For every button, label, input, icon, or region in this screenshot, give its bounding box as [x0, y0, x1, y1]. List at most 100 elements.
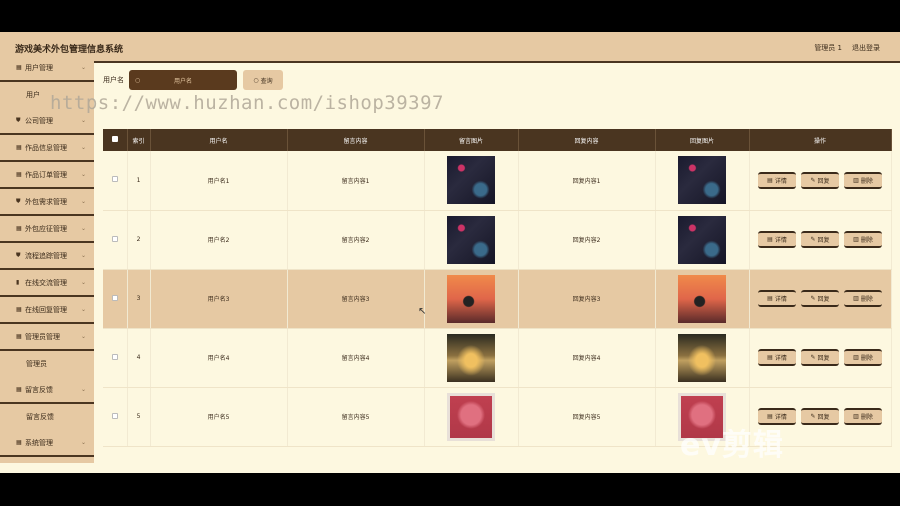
username-cell: 用户名5	[150, 387, 288, 447]
ev-logo-overlay: ev剪辑	[680, 428, 784, 463]
sidebar-menu-item[interactable]: ▦ 留言反馈 ⌄	[0, 377, 94, 404]
row-select-cell[interactable]	[103, 328, 128, 388]
sidebar-item-label: 在线回复管理	[25, 305, 67, 314]
sidebar-menu-item[interactable]: ▦ 用户管理 ⌄	[0, 55, 94, 82]
trash-icon: ▥	[853, 413, 859, 420]
chevron-down-icon: ⌄	[80, 279, 86, 286]
sidebar-menu-item[interactable]: ▦ 外包应征管理 ⌄	[0, 216, 94, 243]
select-all-checkbox[interactable]	[111, 136, 118, 142]
index-cell: 3	[127, 269, 151, 329]
delete-label: 删除	[860, 414, 873, 421]
sidebar-menu-item[interactable]: ▦ 在线回复管理 ⌄	[0, 297, 94, 324]
reply-image[interactable]	[678, 215, 726, 264]
row-select-cell[interactable]	[103, 151, 128, 211]
row-select-cell[interactable]	[103, 269, 128, 329]
sidebar-menu-item[interactable]: ▮ 在线交流管理 ⌄	[0, 270, 94, 297]
current-user[interactable]: 管理员 1	[814, 43, 842, 53]
delete-button[interactable]: ▥ 删除	[844, 231, 882, 248]
row-checkbox[interactable]	[111, 176, 118, 183]
search-input[interactable]: ○ 用户名	[129, 70, 237, 90]
sidebar-item-label: 外包应征管理	[25, 224, 67, 233]
detail-button[interactable]: ▤ 详情	[758, 171, 796, 189]
trash-icon: ▥	[853, 176, 859, 184]
table-header: 索引 用户名 留言内容 留言图片 回复内容 回复图片 操作	[103, 129, 892, 151]
column-header[interactable]: 用户名	[150, 129, 288, 151]
app-title: 游戏美术外包管理信息系统	[15, 45, 124, 55]
edit-icon: ✎	[810, 413, 816, 420]
message-image[interactable]	[447, 333, 495, 382]
row-checkbox[interactable]	[111, 353, 118, 360]
detail-label: 详情	[774, 177, 787, 185]
row-select-cell[interactable]	[103, 387, 128, 447]
column-header[interactable]: 操作	[749, 129, 892, 151]
actions-cell: ▤ 详情 ✎ 回复 ▥ 删除	[749, 210, 892, 270]
sidebar-menu-item[interactable]: ⛊ 流程追踪管理 ⌄	[0, 243, 94, 270]
column-header[interactable]: 回复内容	[518, 129, 656, 151]
sidebar-item-label: 留言反馈	[25, 385, 53, 394]
delete-button[interactable]: ▥ 删除	[844, 408, 882, 425]
watermark-url: https://www.huzhan.com/ishop39397	[50, 92, 444, 114]
sidebar-item-label: 系统管理	[25, 438, 53, 447]
row-checkbox[interactable]	[111, 412, 118, 419]
detail-button[interactable]: ▤ 详情	[758, 231, 796, 248]
reply-label: 回复	[817, 355, 830, 362]
table-row[interactable]: 3 用户名3 留言内容3 回复内容3 ▤ 详情 ✎ 回复 ▥ 删除	[103, 269, 892, 329]
message-image-cell	[424, 269, 519, 329]
reply-button[interactable]: ✎ 回复	[801, 231, 839, 248]
reply-button[interactable]: ✎ 回复	[801, 408, 839, 425]
reply-image[interactable]	[678, 274, 726, 323]
mouse-cursor-icon: ↖	[418, 306, 427, 317]
sidebar-item-label: 公司管理	[25, 116, 53, 125]
detail-button[interactable]: ▤ 详情	[758, 349, 796, 366]
row-checkbox[interactable]	[111, 235, 118, 242]
logout-link[interactable]: 退出登录	[852, 43, 880, 53]
reply-image[interactable]	[678, 156, 726, 205]
row-checkbox[interactable]	[111, 294, 118, 301]
sidebar-item-label: 用户管理	[25, 63, 53, 72]
sidebar-sub-item[interactable]: 管理员	[0, 351, 94, 377]
message-image[interactable]	[447, 156, 495, 205]
username-cell: 用户名1	[150, 151, 288, 211]
sidebar-item-label: 在线交流管理	[25, 278, 67, 287]
sidebar-item-label: 流程追踪管理	[25, 251, 67, 260]
detail-label: 详情	[774, 237, 787, 244]
data-table: 索引 用户名 留言内容 留言图片 回复内容 回复图片 操作 1 用户名1 留言内容1…	[103, 129, 892, 447]
message-cell: 留言内容4	[287, 328, 425, 388]
sidebar-sub-item[interactable]: 留言反馈	[0, 404, 94, 430]
delete-button[interactable]: ▥ 删除	[844, 349, 882, 366]
reply-button[interactable]: ✎ 回复	[801, 290, 839, 307]
reply-button[interactable]: ✎ 回复	[801, 171, 839, 189]
sidebar-sub-item[interactable]: 轮播图管理	[0, 457, 94, 463]
column-header[interactable]: 留言图片	[424, 129, 519, 151]
chevron-down-icon: ⌄	[80, 144, 86, 151]
row-select-cell[interactable]	[103, 210, 128, 270]
search-button[interactable]: ○ 查询	[243, 70, 283, 90]
message-image[interactable]	[447, 274, 495, 323]
column-header[interactable]: 索引	[127, 129, 151, 151]
column-header[interactable]: 留言内容	[287, 129, 425, 151]
shield-icon: ⛊	[16, 197, 21, 205]
column-header[interactable]: 回复图片	[655, 129, 750, 151]
delete-button[interactable]: ▥ 删除	[844, 290, 882, 307]
reply-image[interactable]	[678, 333, 726, 382]
chevron-down-icon: ⌄	[80, 386, 86, 393]
sidebar-menu-item[interactable]: ▦ 管理员管理 ⌄	[0, 324, 94, 351]
message-image[interactable]	[447, 392, 495, 441]
reply-button[interactable]: ✎ 回复	[801, 349, 839, 366]
table-row[interactable]: 2 用户名2 留言内容2 回复内容2 ▤ 详情 ✎ 回复 ▥ 删除	[103, 210, 892, 270]
select-all-cell[interactable]	[103, 129, 128, 151]
table-row[interactable]: 1 用户名1 留言内容1 回复内容1 ▤ 详情 ✎ 回复 ▥ 删除	[103, 151, 892, 211]
message-image[interactable]	[447, 215, 495, 264]
sidebar-menu-item[interactable]: ▦ 作品信息管理 ⌄	[0, 135, 94, 162]
header-actions: 管理员 1 退出登录	[814, 43, 880, 53]
table-row[interactable]: 4 用户名4 留言内容4 回复内容4 ▤ 详情 ✎ 回复 ▥ 删除	[103, 328, 892, 388]
sidebar-menu-item[interactable]: ⛊ 外包需求管理 ⌄	[0, 189, 94, 216]
app-window: 游戏美术外包管理信息系统 管理员 1 退出登录 ▦ 用户管理 ⌄ 用户 ⛊ 公司管理 ⌄ ▦ 作…	[0, 32, 900, 473]
detail-button[interactable]: ▤ 详情	[758, 290, 796, 307]
delete-label: 删除	[860, 237, 873, 244]
sidebar-menu-item[interactable]: ▦ 作品订单管理 ⌄	[0, 162, 94, 189]
reply-cell: 回复内容2	[518, 210, 656, 270]
index-cell: 2	[127, 210, 151, 270]
delete-button[interactable]: ▥ 删除	[844, 171, 882, 189]
sidebar-menu-item[interactable]: ▦ 系统管理 ⌄	[0, 430, 94, 457]
